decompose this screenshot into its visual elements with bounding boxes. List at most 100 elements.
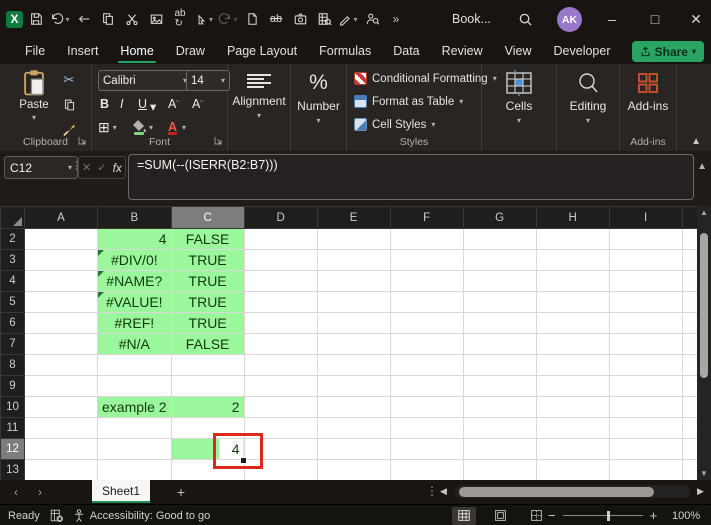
vertical-scrollbar[interactable]: ▲ ▼ (697, 206, 711, 480)
cell-B12[interactable] (97, 438, 172, 460)
cell-C9[interactable] (170, 375, 245, 397)
font-color-button[interactable]: A ▾ (166, 118, 186, 136)
cell-A6[interactable] (24, 312, 98, 334)
row-header-5[interactable]: 5 (0, 291, 25, 313)
cell-G4[interactable] (462, 270, 537, 292)
share-button[interactable]: Share ▾ (631, 41, 704, 62)
cell-I9[interactable] (608, 375, 683, 397)
collapse-ribbon-icon[interactable]: ▲ (691, 136, 701, 147)
cell-A5[interactable] (24, 291, 98, 313)
accessibility-status[interactable]: Accessibility: Good to go (90, 510, 210, 522)
clipboard-dialog-launcher[interactable] (78, 134, 87, 148)
tab-file[interactable]: File (14, 38, 56, 64)
replace-icon[interactable]: ab ↻ (169, 6, 191, 32)
cell-G9[interactable] (462, 375, 537, 397)
column-header-A[interactable]: A (24, 206, 98, 229)
format-as-table-button[interactable]: Format as Table ▾ (354, 95, 463, 108)
cell-F3[interactable] (389, 249, 464, 271)
cell-E9[interactable] (316, 375, 391, 397)
cell-D8[interactable] (243, 354, 318, 376)
underline-button[interactable]: U (138, 95, 147, 113)
cell-H9[interactable] (535, 375, 610, 397)
cell-B3[interactable]: #DIV/0! (97, 249, 172, 271)
cell-G3[interactable] (462, 249, 537, 271)
cell-A9[interactable] (24, 375, 98, 397)
cell-G8[interactable] (462, 354, 537, 376)
cell-A4[interactable] (24, 270, 98, 292)
cell-C3[interactable]: TRUE (170, 249, 245, 271)
cell-A13[interactable] (24, 459, 98, 481)
cell-G10[interactable] (462, 396, 537, 418)
cell-H6[interactable] (535, 312, 610, 334)
chevron-down-icon[interactable]: ▾ (150, 97, 156, 115)
column-header-C[interactable]: C (170, 206, 245, 229)
column-header-B[interactable]: B (97, 206, 172, 229)
cell-E8[interactable] (316, 354, 391, 376)
cell-F10[interactable] (389, 396, 464, 418)
cell-B2[interactable]: 4 (97, 228, 172, 250)
undo-icon[interactable]: ▾ (49, 6, 71, 32)
cell-H5[interactable] (535, 291, 610, 313)
tab-insert[interactable]: Insert (56, 38, 109, 64)
zoom-level[interactable]: 100% (672, 505, 700, 525)
minimize-button[interactable]: – (592, 0, 632, 38)
font-size-select[interactable]: 14 ▾ (186, 70, 230, 91)
zoom-out-icon[interactable]: − (548, 508, 556, 523)
page-break-view-button[interactable] (524, 507, 548, 525)
conditional-formatting-button[interactable]: Conditional Formatting ▾ (354, 72, 497, 85)
row-header-11[interactable]: 11 (0, 417, 25, 439)
cell-G5[interactable] (462, 291, 537, 313)
cell-H8[interactable] (535, 354, 610, 376)
scroll-left-icon[interactable]: ◀ (440, 486, 447, 497)
cell-B6[interactable]: #REF! (97, 312, 172, 334)
cell-G2[interactable] (462, 228, 537, 250)
cell-D3[interactable] (243, 249, 318, 271)
cell-H3[interactable] (535, 249, 610, 271)
select-all-corner[interactable] (0, 206, 25, 229)
cell-G7[interactable] (462, 333, 537, 355)
tab-view[interactable]: View (494, 38, 543, 64)
scroll-down-icon[interactable]: ▼ (697, 467, 711, 480)
close-button[interactable]: ✕ (676, 0, 711, 38)
cell-D5[interactable] (243, 291, 318, 313)
cell-H4[interactable] (535, 270, 610, 292)
font-name-select[interactable]: Calibri ▾ (98, 70, 192, 91)
cell-B7[interactable]: #N/A (97, 333, 172, 355)
ink-pen-icon[interactable]: ▾ (337, 6, 359, 32)
cell-E11[interactable] (316, 417, 391, 439)
overflow-icon[interactable]: » (385, 6, 407, 32)
back-arrow-icon[interactable] (73, 6, 95, 32)
cell-A3[interactable] (24, 249, 98, 271)
cell-I5[interactable] (608, 291, 683, 313)
tab-home[interactable]: Home (109, 38, 164, 64)
cell-partial-5[interactable] (681, 291, 699, 313)
row-header-13[interactable]: 13 (0, 459, 25, 481)
search-icon[interactable] (512, 6, 538, 32)
cell-C5[interactable]: TRUE (170, 291, 245, 313)
fill-color-button[interactable]: ▾ (132, 118, 153, 136)
cell-E3[interactable] (316, 249, 391, 271)
page-layout-view-button[interactable] (488, 507, 512, 525)
camera-icon[interactable] (289, 6, 311, 32)
cell-F11[interactable] (389, 417, 464, 439)
tab-draw[interactable]: Draw (165, 38, 216, 64)
row-header-10[interactable]: 10 (0, 396, 25, 418)
cell-D9[interactable] (243, 375, 318, 397)
cells-button[interactable]: Cells ▾ (482, 70, 556, 125)
cell-F8[interactable] (389, 354, 464, 376)
cell-B9[interactable] (97, 375, 172, 397)
column-header-partial[interactable] (681, 206, 699, 229)
cell-E12[interactable] (316, 438, 391, 460)
cell-C6[interactable]: TRUE (170, 312, 245, 334)
tab-formulas[interactable]: Formulas (308, 38, 382, 64)
scroll-right-icon[interactable]: ▶ (697, 486, 704, 497)
cell-G6[interactable] (462, 312, 537, 334)
tab-review[interactable]: Review (431, 38, 494, 64)
insert-function-button[interactable]: fx (113, 161, 122, 175)
cell-A2[interactable] (24, 228, 98, 250)
cell-F5[interactable] (389, 291, 464, 313)
cell-H10[interactable] (535, 396, 610, 418)
cell-C7[interactable]: FALSE (170, 333, 245, 355)
cell-partial-6[interactable] (681, 312, 699, 334)
column-header-G[interactable]: G (462, 206, 537, 229)
